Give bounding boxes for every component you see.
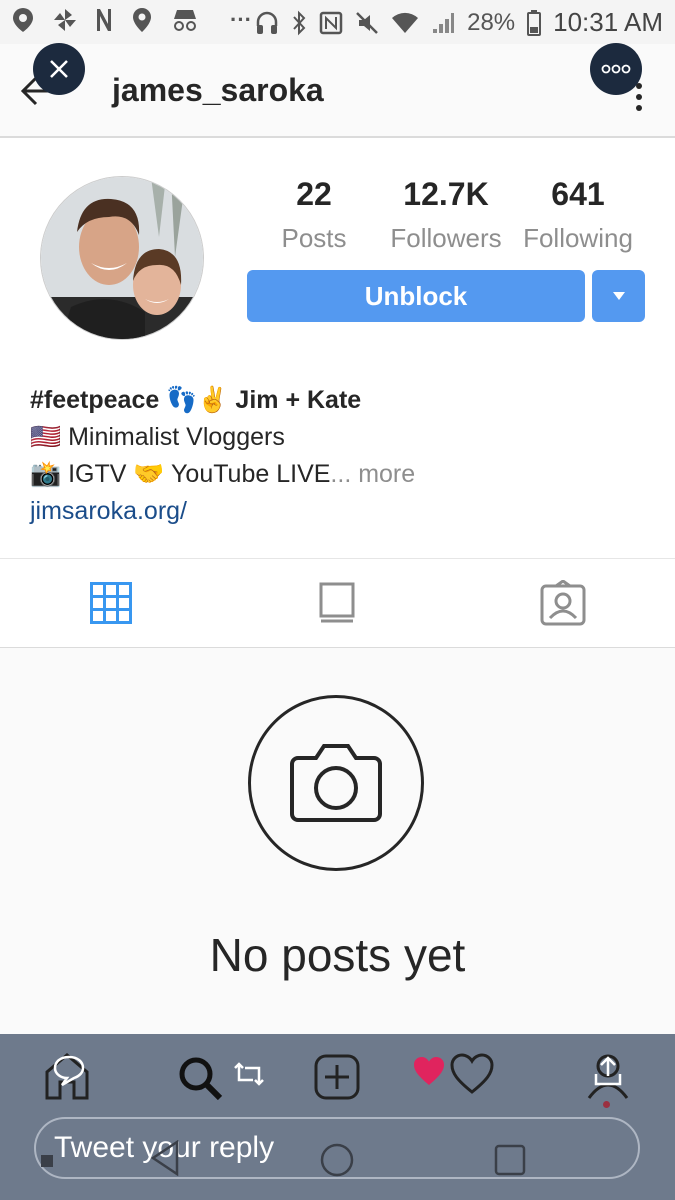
retweet-icon[interactable] [232, 1060, 266, 1088]
stat-posts-count: 22 [296, 176, 332, 212]
unblock-button[interactable]: Unblock [247, 270, 585, 322]
more-options-button[interactable] [590, 43, 642, 95]
status-time: 10:31 AM [553, 7, 663, 37]
recents-nav-icon[interactable] [494, 1144, 526, 1176]
recent-apps-square [41, 1155, 53, 1167]
home-nav-icon[interactable] [320, 1143, 354, 1177]
incognito-icon [174, 10, 196, 31]
bio-emoji-1: 👣✌ [166, 386, 229, 414]
status-right-icons: 28% 10:31 AM [255, 7, 663, 38]
location-icon [13, 8, 33, 32]
bio-line-1: #feetpeace 👣✌ Jim + Kate [30, 386, 361, 415]
bio-hashtag[interactable]: #feetpeace [30, 386, 159, 414]
page-title: james_saroka [112, 72, 324, 108]
status-more: ··· [230, 7, 252, 32]
like-icon[interactable] [412, 1055, 446, 1087]
back-nav-icon[interactable] [150, 1140, 180, 1176]
profile-photo [41, 177, 203, 339]
mute-icon [356, 11, 378, 34]
empty-state-message: No posts yet [209, 929, 466, 981]
bio-youtube: YouTube LIVE [171, 460, 331, 488]
battery-icon [527, 9, 542, 36]
grid-icon[interactable] [90, 582, 132, 624]
more-vertical-icon[interactable] [634, 82, 644, 112]
bio-line-2: 🇺🇸 Minimalist Vloggers [30, 423, 285, 452]
n-icon [97, 9, 111, 31]
profile-header: james_saroka [0, 44, 675, 138]
flag-emoji: 🇺🇸 [30, 423, 62, 451]
bio-description: Minimalist Vloggers [68, 423, 285, 451]
stat-following[interactable]: 641 Following [518, 176, 638, 254]
stat-following-label: Following [523, 223, 633, 253]
nfc-icon [319, 11, 343, 34]
handshake-emoji: 🤝 [133, 460, 165, 488]
stat-followers-label: Followers [390, 223, 502, 253]
empty-state-circle [248, 695, 424, 871]
caret-down-icon [612, 292, 625, 300]
stat-followers-count: 12.7K [403, 176, 489, 212]
wifi-icon [392, 12, 419, 33]
battery-percent: 28% [467, 8, 516, 36]
bio-names: Jim + Kate [235, 386, 362, 414]
igtv-icon[interactable] [318, 582, 356, 624]
pinwheel-icon [54, 9, 76, 31]
more-horizontal-icon [601, 64, 631, 74]
profile-section: 22 Posts 12.7K Followers 641 Following U… [0, 138, 675, 558]
new-post-icon[interactable] [314, 1054, 360, 1100]
bio-more-link[interactable]: ... more [330, 460, 415, 488]
search-icon[interactable] [178, 1056, 224, 1100]
suggestions-dropdown-button[interactable] [592, 270, 645, 322]
bio-line-3: 📸 IGTV 🤝 YouTube LIVE... more [30, 460, 415, 489]
bluetooth-icon [293, 10, 306, 35]
notification-dot [603, 1101, 610, 1108]
bio-igtv: IGTV [68, 460, 127, 488]
map-pin-icon [133, 8, 151, 32]
stat-followers[interactable]: 12.7K Followers [382, 176, 510, 254]
camera-icon [290, 744, 382, 822]
heart-outline-icon [450, 1053, 494, 1094]
stat-posts-label: Posts [281, 223, 347, 253]
signal-icon [433, 12, 455, 33]
close-button[interactable] [33, 43, 85, 95]
close-icon [50, 60, 68, 78]
status-bar: ··· 28% 10:31 AM [0, 0, 675, 44]
profile-tabs [0, 558, 675, 648]
status-left-icons: ··· [10, 6, 252, 34]
tagged-icon[interactable] [540, 580, 586, 626]
avatar[interactable] [40, 176, 204, 340]
reply-icon[interactable] [52, 1054, 86, 1086]
share-icon[interactable] [593, 1054, 623, 1088]
camera-emoji: 📸 [30, 460, 62, 488]
stat-posts[interactable]: 22 Posts [262, 176, 366, 254]
stat-following-count: 641 [551, 176, 605, 212]
headphones-icon [256, 11, 278, 34]
bio-website-link[interactable]: jimsaroka.org/ [30, 497, 187, 526]
